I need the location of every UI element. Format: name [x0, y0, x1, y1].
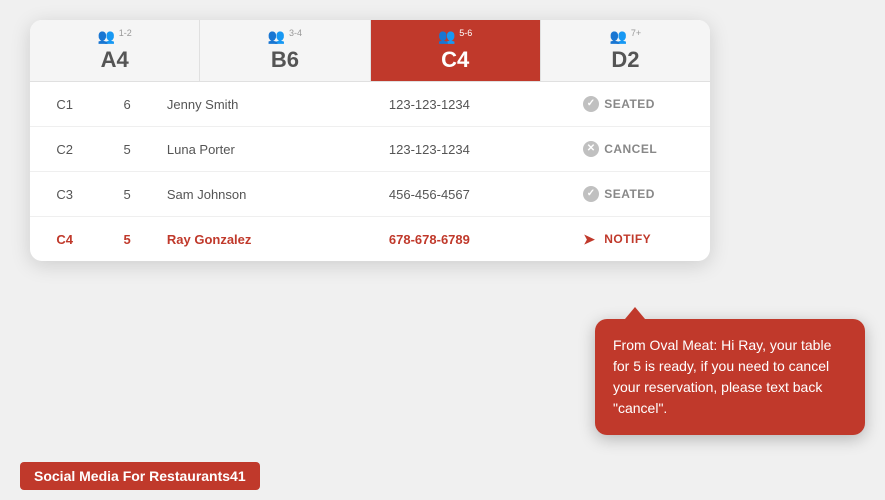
reservations-table: C1 6 Jenny Smith 123-123-1234 ✓ SEATED C… — [30, 82, 710, 261]
tab-label-a4: A4 — [101, 47, 129, 73]
cancel-icon: ✕ — [583, 141, 599, 157]
group-icon-c4: 👥 5-6 — [438, 28, 472, 45]
row-phone: 456-456-4567 — [377, 172, 571, 217]
group-icon-a4: 👥 1-2 — [97, 28, 131, 45]
bottom-banner: Social Media For Restaurants41 — [20, 462, 260, 490]
row-id: C2 — [30, 127, 99, 172]
row-count: 5 — [99, 127, 155, 172]
banner-label: Social Media For Restaurants41 — [34, 468, 246, 484]
row-status: ✕ CANCEL — [571, 127, 710, 172]
tooltip-text: From Oval Meat: Hi Ray, your table for 5… — [613, 337, 831, 416]
tab-c4[interactable]: 👥 5-6 C4 — [371, 20, 541, 81]
row-name: Jenny Smith — [155, 82, 377, 127]
row-name: Ray Gonzalez — [155, 217, 377, 262]
row-status: ✓ SEATED — [571, 172, 710, 217]
row-phone: 123-123-1234 — [377, 127, 571, 172]
row-name: Sam Johnson — [155, 172, 377, 217]
row-phone: 678-678-6789 — [377, 217, 571, 262]
group-icon-b6: 👥 3-4 — [268, 28, 302, 45]
tab-header: 👥 1-2 A4 👥 3-4 B6 👥 5-6 C4 👥 7+ D2 — [30, 20, 710, 82]
tab-label-c4: C4 — [441, 47, 469, 73]
table-row-highlighted[interactable]: C4 5 Ray Gonzalez 678-678-6789 ➤ NOTIFY — [30, 217, 710, 262]
check-icon: ✓ — [583, 186, 599, 202]
row-status: ✓ SEATED — [571, 82, 710, 127]
tab-b6[interactable]: 👥 3-4 B6 — [200, 20, 370, 81]
row-status: ➤ NOTIFY — [571, 217, 710, 262]
row-count: 6 — [99, 82, 155, 127]
row-id: C3 — [30, 172, 99, 217]
tab-label-d2: D2 — [611, 47, 639, 73]
tab-a4[interactable]: 👥 1-2 A4 — [30, 20, 200, 81]
row-phone: 123-123-1234 — [377, 82, 571, 127]
check-icon: ✓ — [583, 96, 599, 112]
table-row[interactable]: C2 5 Luna Porter 123-123-1234 ✕ CANCEL — [30, 127, 710, 172]
table-row[interactable]: C3 5 Sam Johnson 456-456-4567 ✓ SEATED — [30, 172, 710, 217]
group-icon-d2: 👥 7+ — [610, 28, 642, 45]
row-id: C4 — [30, 217, 99, 262]
tab-d2[interactable]: 👥 7+ D2 — [541, 20, 710, 81]
tab-label-b6: B6 — [271, 47, 299, 73]
tooltip-bubble: From Oval Meat: Hi Ray, your table for 5… — [595, 319, 865, 435]
main-panel: 👥 1-2 A4 👥 3-4 B6 👥 5-6 C4 👥 7+ D2 C1 6 … — [30, 20, 710, 261]
row-count: 5 — [99, 217, 155, 262]
row-count: 5 — [99, 172, 155, 217]
row-id: C1 — [30, 82, 99, 127]
send-icon: ➤ — [583, 231, 599, 247]
row-name: Luna Porter — [155, 127, 377, 172]
table-row[interactable]: C1 6 Jenny Smith 123-123-1234 ✓ SEATED — [30, 82, 710, 127]
